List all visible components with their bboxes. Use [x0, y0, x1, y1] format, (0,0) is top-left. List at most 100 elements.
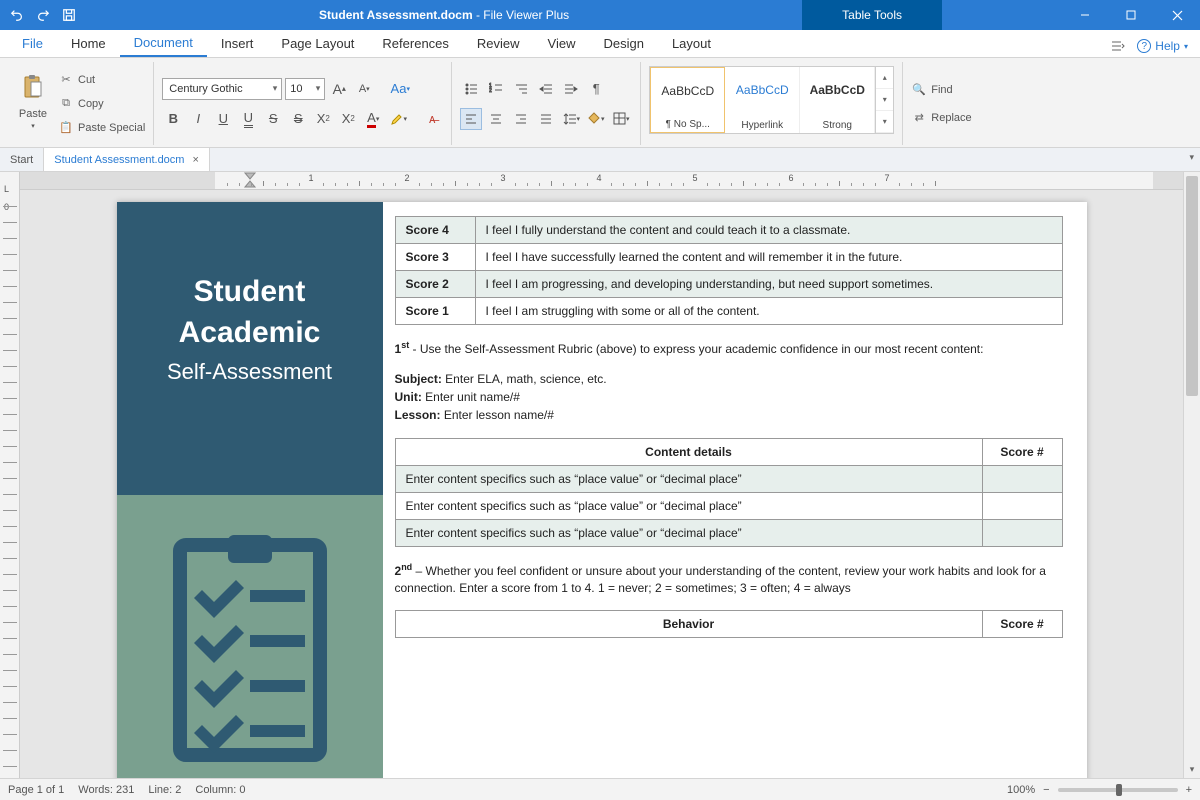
help-button[interactable]: ?Help▾	[1137, 39, 1188, 53]
scroll-down-icon[interactable]: ▾	[1184, 761, 1200, 778]
double-underline-button[interactable]: U	[237, 108, 259, 130]
decrease-indent-button[interactable]	[535, 78, 557, 100]
font-color-button[interactable]: A▾	[362, 108, 384, 130]
double-strikethrough-button[interactable]: S	[287, 108, 309, 130]
window-buttons	[1062, 0, 1200, 30]
tab-insert[interactable]: Insert	[207, 29, 268, 57]
paste-icon	[22, 74, 44, 106]
status-words: Words: 231	[78, 784, 134, 796]
highlight-button[interactable]: ▾	[387, 108, 409, 130]
title-text: Student Assessment.docm - File Viewer Pl…	[86, 8, 802, 22]
paste-button[interactable]: Paste▾	[14, 62, 52, 142]
content-details-table: Content detailsScore # Enter content spe…	[395, 438, 1063, 547]
group-styles: AaBbCcD¶ No Sp... AaBbCcDHyperlink AaBbC…	[641, 62, 903, 145]
clear-formatting-button[interactable]: ᴀ̶	[421, 108, 443, 130]
zoom-out-button[interactable]: −	[1043, 784, 1049, 796]
close-button[interactable]	[1154, 0, 1200, 30]
replace-button[interactable]: ⇄Replace	[911, 107, 971, 129]
doctab-file[interactable]: Student Assessment.docm×	[44, 148, 210, 171]
minimize-button[interactable]	[1062, 0, 1108, 30]
cut-icon: ✂	[58, 73, 74, 86]
strikethrough-button[interactable]: S	[262, 108, 284, 130]
group-clipboard: Paste▾ ✂Cut ⧉Copy 📋Paste Special	[6, 62, 154, 145]
vertical-scrollbar[interactable]: ▴ ▾	[1183, 172, 1200, 778]
align-left-button[interactable]	[460, 108, 482, 130]
style-hyperlink[interactable]: AaBbCcDHyperlink	[725, 67, 800, 133]
close-tab-icon[interactable]: ×	[192, 154, 198, 166]
group-font: Century Gothic 10 A▴ A▾ Aa▾ B I U U S S …	[154, 62, 452, 145]
align-center-button[interactable]	[485, 108, 507, 130]
contextual-tab-label: Table Tools	[802, 0, 942, 30]
doc-name: Student Assessment.docm	[319, 8, 473, 22]
paste-special-button[interactable]: 📋Paste Special	[58, 117, 145, 139]
quick-access-toolbar	[0, 4, 86, 26]
rubric-table: Score 4I feel I fully understand the con…	[395, 216, 1063, 325]
multilevel-list-button[interactable]	[510, 78, 532, 100]
tab-review[interactable]: Review	[463, 29, 534, 57]
doctabs-dropdown-icon[interactable]: ▾	[1189, 152, 1194, 163]
style-no-spacing[interactable]: AaBbCcD¶ No Sp...	[650, 67, 725, 133]
numbering-button[interactable]: 12	[485, 78, 507, 100]
horizontal-ruler: /* ticks drawn below by small script */ …	[20, 172, 1183, 190]
copy-icon: ⧉	[58, 97, 74, 110]
justify-button[interactable]	[535, 108, 557, 130]
zoom-in-button[interactable]: +	[1186, 784, 1192, 796]
vertical-ruler: L 0	[0, 172, 20, 778]
style-strong[interactable]: AaBbCcDStrong	[800, 67, 875, 133]
status-column: Column: 0	[195, 784, 245, 796]
ribbon-tabs: File Home Document Insert Page Layout Re…	[0, 30, 1200, 58]
status-line: Line: 2	[148, 784, 181, 796]
align-right-button[interactable]	[510, 108, 532, 130]
scroll-thumb[interactable]	[1186, 176, 1198, 396]
style-gallery: AaBbCcD¶ No Sp... AaBbCcDHyperlink AaBbC…	[649, 66, 894, 134]
indent-marker-icon[interactable]	[244, 172, 256, 188]
tab-view[interactable]: View	[534, 29, 590, 57]
bold-button[interactable]: B	[162, 108, 184, 130]
zoom-slider[interactable]	[1058, 788, 1178, 792]
doctab-start[interactable]: Start	[0, 148, 44, 171]
borders-button[interactable]: ▾	[610, 108, 632, 130]
shrink-font-button[interactable]: A▾	[353, 78, 375, 100]
font-name-combo[interactable]: Century Gothic	[162, 78, 282, 100]
undo-icon[interactable]	[6, 4, 28, 26]
tab-design[interactable]: Design	[589, 29, 657, 57]
ribbon: Paste▾ ✂Cut ⧉Copy 📋Paste Special Century…	[0, 58, 1200, 148]
maximize-button[interactable]	[1108, 0, 1154, 30]
replace-icon: ⇄	[911, 111, 927, 124]
find-button[interactable]: 🔍Find	[911, 79, 971, 101]
style-gallery-scroll[interactable]: ▴▾▾	[875, 67, 893, 133]
cut-button[interactable]: ✂Cut	[58, 69, 145, 91]
subscript-button[interactable]: X2	[337, 108, 359, 130]
status-bar: Page 1 of 1 Words: 231 Line: 2 Column: 0…	[0, 778, 1200, 800]
save-icon[interactable]	[58, 4, 80, 26]
tab-page-layout[interactable]: Page Layout	[267, 29, 368, 57]
superscript-button[interactable]: X2	[312, 108, 334, 130]
grow-font-button[interactable]: A▴	[328, 78, 350, 100]
bullets-button[interactable]	[460, 78, 482, 100]
tab-document[interactable]: Document	[120, 29, 207, 57]
redo-icon[interactable]	[32, 4, 54, 26]
underline-button[interactable]: U	[212, 108, 234, 130]
copy-button[interactable]: ⧉Copy	[58, 93, 145, 115]
title-bar: Student Assessment.docm - File Viewer Pl…	[0, 0, 1200, 30]
font-size-combo[interactable]: 10	[285, 78, 325, 100]
zoom-value: 100%	[1007, 784, 1035, 796]
tab-home[interactable]: Home	[57, 29, 120, 57]
tab-file[interactable]: File	[8, 29, 57, 57]
doc-right-panel: Score 4I feel I fully understand the con…	[383, 202, 1087, 778]
ribbon-options-icon[interactable]	[1107, 35, 1129, 57]
editor-area: L 0 /* ticks drawn below by small script…	[0, 172, 1200, 778]
document-tabs: Start Student Assessment.docm× ▾	[0, 148, 1200, 172]
italic-button[interactable]: I	[187, 108, 209, 130]
document-canvas[interactable]: StudentAcademic Self-Assessment	[20, 190, 1183, 778]
show-marks-button[interactable]: ¶	[585, 78, 607, 100]
change-case-button[interactable]: Aa▾	[389, 78, 411, 100]
group-paragraph: 12 ¶ ▾ ▾ ▾	[452, 62, 641, 145]
find-icon: 🔍	[911, 83, 927, 96]
doc-left-panel: StudentAcademic Self-Assessment	[117, 202, 383, 778]
tab-references[interactable]: References	[368, 29, 462, 57]
increase-indent-button[interactable]	[560, 78, 582, 100]
line-spacing-button[interactable]: ▾	[560, 108, 582, 130]
tab-layout[interactable]: Layout	[658, 29, 725, 57]
shading-button[interactable]: ▾	[585, 108, 607, 130]
